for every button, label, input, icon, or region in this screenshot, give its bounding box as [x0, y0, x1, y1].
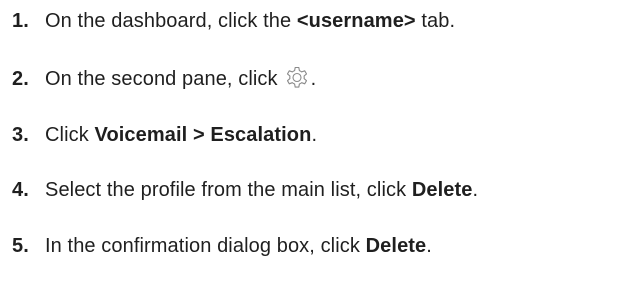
step-text: In the confirmation dialog box, click De… [45, 235, 432, 258]
step-text-post: tab. [415, 9, 456, 32]
step-1: 1. On the dashboard, click the <username… [0, 6, 455, 36]
step-text-bold: Delete [411, 178, 473, 201]
step-number: 1. [12, 9, 29, 32]
step-text-bold: Voicemail > Escalation [94, 123, 312, 146]
step-number: 3. [12, 123, 29, 146]
step-text-post: . [472, 178, 479, 201]
step-number: 5. [12, 234, 29, 257]
step-number: 2. [12, 67, 29, 90]
step-text-bold: <username> [296, 9, 416, 32]
step-text-pre: In the confirmation dialog box, click [45, 234, 366, 257]
step-number: 4. [12, 178, 29, 201]
step-text: Click Voicemail > Escalation. [45, 124, 317, 147]
step-text-pre: On the dashboard, click the [45, 9, 297, 32]
gear-icon [284, 66, 310, 92]
step-5: 5. In the confirmation dialog box, click… [0, 231, 432, 261]
step-text-bold: Delete [365, 234, 427, 257]
instruction-steps: 1. On the dashboard, click the <username… [0, 0, 627, 297]
step-2: 2. On the second pane, click . [0, 64, 316, 94]
step-text: On the dashboard, click the <username> t… [45, 10, 455, 33]
step-text-pre: Click [45, 123, 95, 146]
step-3: 3. Click Voicemail > Escalation. [0, 120, 317, 150]
step-text-pre: On the second pane, click [45, 67, 278, 90]
step-text: On the second pane, click . [45, 66, 316, 92]
step-text: Select the profile from the main list, c… [45, 179, 478, 202]
step-text-post: . [310, 67, 317, 90]
step-4: 4. Select the profile from the main list… [0, 175, 478, 205]
step-text-post: . [426, 234, 432, 257]
step-text-pre: Select the profile from the main list, c… [45, 178, 412, 201]
step-text-post: . [311, 123, 318, 146]
